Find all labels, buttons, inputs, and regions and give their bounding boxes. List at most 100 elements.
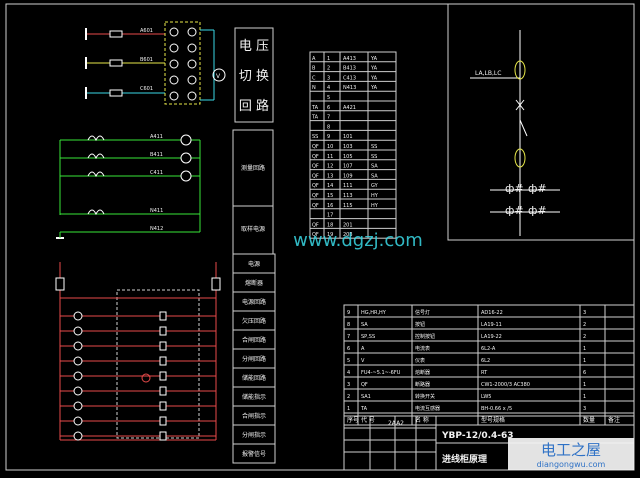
parts-cell-qty: 3 — [583, 406, 586, 412]
terminal-number: 8 — [327, 124, 330, 130]
terminal-number: 12 — [327, 164, 333, 170]
terminal-right-label: YA — [370, 75, 378, 81]
title-line-3: 回 路 — [239, 98, 269, 114]
parts-header-note: 备注 — [608, 416, 620, 424]
terminal-wire: 109 — [343, 173, 353, 179]
terminal-wire: 101 — [343, 134, 353, 140]
terminal-number: 4 — [327, 85, 330, 91]
parts-cell-no: 8 — [347, 322, 350, 328]
switch-contact — [187, 43, 197, 53]
terminal-left-label: TA — [311, 105, 319, 111]
terminal-left-label: C — [312, 75, 316, 81]
control-row-lamp — [73, 386, 83, 396]
function-label: 分闸指示 — [242, 431, 266, 439]
parts-cell-spec: LA19-11 — [481, 322, 502, 328]
drawing-number: 2AA2 — [388, 420, 404, 427]
terminal-number: 18 — [327, 222, 333, 228]
title-line-2: 切 换 — [239, 69, 269, 84]
control-row-lamp — [73, 356, 83, 366]
terminal-number: 3 — [327, 75, 330, 81]
parts-cell-qty: 6 — [583, 370, 586, 376]
terminal-left-label: QF — [312, 183, 319, 189]
terminal-number: 5 — [327, 95, 330, 101]
terminal-number: 9 — [327, 134, 330, 140]
terminal-wire: A421 — [343, 105, 356, 111]
terminal-right-label: SA — [371, 164, 378, 170]
control-row-contact — [159, 431, 167, 441]
parts-cell-spec: 6L2-A — [481, 346, 496, 352]
parts-cell-spec: BH-0.66 x /5 — [481, 406, 512, 412]
bus-label-3: C411 — [150, 170, 163, 176]
parts-cell-qty: 1 — [583, 382, 586, 388]
control-row-contact — [159, 326, 167, 336]
control-rows — [60, 311, 216, 441]
parts-cell-name: 信号灯 — [415, 309, 430, 316]
title-line-1: 电 压 — [239, 39, 269, 54]
switch-contact — [169, 59, 179, 69]
parts-header-name: 名 称 — [415, 416, 429, 424]
parts-cell-code: V — [361, 358, 365, 364]
parts-cell-no: 4 — [347, 370, 350, 376]
terminal-wire: B413 — [343, 66, 356, 72]
function-label: 储能回路 — [242, 374, 266, 382]
terminal-number: 16 — [327, 203, 333, 209]
parts-cell-spec: RT — [481, 370, 488, 376]
terminal-left-label: QF — [312, 154, 319, 160]
parts-cell-name: 断路器 — [415, 381, 430, 388]
brand-url: diangongwu.com — [537, 460, 606, 469]
parts-cell-qty: 3 — [583, 310, 586, 316]
control-row-contact — [159, 311, 167, 321]
control-row-contact — [159, 341, 167, 351]
bus-label-4: N411 — [150, 208, 163, 214]
terminal-left-label: QF — [312, 164, 319, 170]
switch-contact — [187, 59, 197, 69]
control-row-contact — [159, 371, 167, 381]
control-row-lamp — [73, 431, 83, 441]
terminal-left-label: A — [312, 56, 316, 62]
bus-label-5: N412 — [150, 226, 163, 232]
parts-cell-no: 7 — [347, 334, 350, 340]
terminal-wire: N413 — [343, 85, 356, 91]
function-label: 电源 — [248, 260, 260, 268]
parts-cell-no: 3 — [347, 382, 350, 388]
parts-cell-spec: CW1-2000/3 AC380 — [481, 382, 530, 388]
energy-meter-label: 取样电源 — [241, 225, 265, 233]
parts-cell-qty: 2 — [583, 322, 586, 328]
terminal-right-label: HY — [371, 193, 379, 199]
terminal-left-label: TA — [311, 115, 319, 121]
terminal-left-label: QF — [312, 144, 319, 150]
parts-cell-name: 熔断器 — [415, 369, 430, 376]
parts-header-no: 序号 — [347, 416, 359, 424]
watermark: www.dgzj.com — [293, 230, 423, 251]
control-row-lamp — [73, 371, 83, 381]
terminal-left-label: B — [312, 66, 316, 72]
function-label: 熔断器 — [245, 279, 263, 287]
function-column: 电源熔断器电源回路欠压回路合闸回路分闸回路储能回路储能指示合闸指示分闸指示报警信… — [232, 253, 276, 464]
svg-text:ф#: ф# — [528, 204, 547, 217]
terminal-wire: 201 — [343, 222, 353, 228]
function-label: 分闸回路 — [242, 355, 266, 363]
terminal-strip: A 1 A413 YA B 2 B413 YA C 3 C413 YA N 4 N413 YA 5 TA 6 A421… — [309, 51, 397, 239]
parts-cell-no: 1 — [347, 406, 350, 412]
terminal-number: 10 — [327, 144, 333, 150]
function-label: 储能指示 — [242, 393, 266, 401]
terminal-wire: 115 — [343, 203, 353, 209]
terminal-number: 17 — [327, 213, 333, 219]
terminal-right-label: SS — [371, 144, 377, 150]
terminal-right-label: HY — [371, 203, 379, 209]
terminal-right-label: GY — [371, 183, 379, 189]
phase-label: B601 — [140, 57, 153, 63]
bus-label-1: A411 — [150, 134, 163, 140]
terminal-right-label: SS — [371, 154, 377, 160]
parts-cell-name: 按钮 — [415, 321, 425, 328]
switch-contact — [187, 91, 197, 101]
function-label: 合闸指示 — [242, 412, 266, 420]
terminal-wire: 105 — [343, 154, 353, 160]
terminal-left-label: QF — [312, 203, 319, 209]
terminal-wire: 111 — [343, 183, 353, 189]
svg-text:ф#: ф# — [505, 204, 524, 217]
terminal-wire: 103 — [343, 144, 353, 150]
title-model: YBP-12/0.4-63 — [441, 431, 514, 441]
parts-cell-spec: 6L2 — [481, 358, 490, 364]
control-row-contact — [159, 416, 167, 426]
